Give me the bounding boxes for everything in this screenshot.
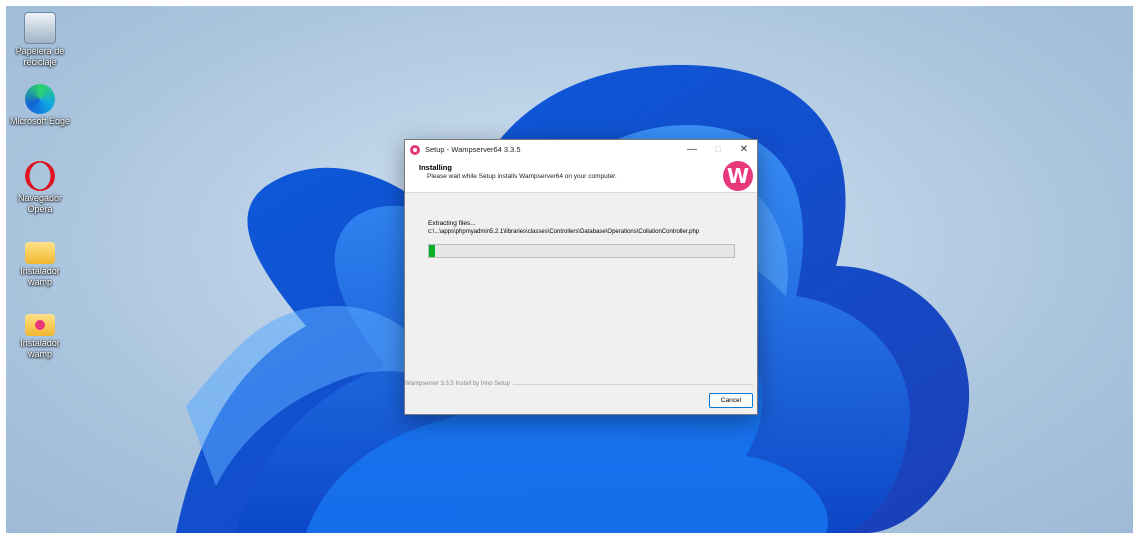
title-bar[interactable]: Setup - Wampserver64 3.3.5 — □ ✕: [405, 140, 757, 159]
desktop-icon-edge[interactable]: Microsoft Edge: [8, 84, 72, 127]
wizard-header: Installing Please wait while Setup insta…: [405, 159, 757, 193]
desktop-icon-label: Instalador wamp: [20, 266, 60, 287]
wizard-footer: Wampserver 3.3.5 Install by Inno Setup C…: [405, 381, 757, 414]
maximize-button: □: [714, 144, 722, 155]
wizard-heading: Installing: [419, 163, 452, 172]
progress-fill: [429, 245, 436, 257]
wampserver-logo-icon: W: [723, 161, 753, 191]
close-button[interactable]: ✕: [731, 140, 757, 159]
desktop-icon-label: Microsoft Edge: [9, 116, 71, 126]
folder-wamp-icon: [25, 314, 55, 336]
wizard-body: Extracting files... c:\...\apps\phpmyadm…: [405, 193, 757, 385]
desktop-icon-label: Navegador Opera: [17, 193, 63, 214]
desktop-icon-label: Papelera de reciclaje: [15, 46, 65, 67]
footer-brand: Wampserver 3.3.5 Install by Inno Setup: [405, 381, 513, 387]
desktop-icon-installer-wamp[interactable]: Instalador wamp: [8, 308, 72, 360]
setup-window: Setup - Wampserver64 3.3.5 — □ ✕ Install…: [404, 139, 758, 415]
wizard-subheading: Please wait while Setup installs Wampser…: [427, 173, 617, 180]
status-text: Extracting files...: [428, 220, 476, 227]
recycle-bin-icon: [24, 12, 56, 44]
desktop-icon-installer-zip[interactable]: Instalador wamp: [8, 236, 72, 288]
cancel-button[interactable]: Cancel: [709, 393, 753, 408]
wamp-badge-icon: [35, 320, 45, 330]
desktop-icon-opera[interactable]: Navegador Opera: [8, 161, 72, 215]
window-title: Setup - Wampserver64 3.3.5: [425, 145, 521, 154]
desktop-icon-label: Instalador wamp: [20, 338, 60, 359]
desktop-icon-recycle-bin[interactable]: Papelera de reciclaje: [8, 12, 72, 68]
minimize-button[interactable]: —: [679, 140, 705, 159]
opera-icon: [25, 161, 55, 191]
folder-icon: [25, 242, 55, 264]
wamp-app-icon: [410, 144, 420, 155]
install-progress-bar: [428, 244, 735, 258]
desktop: Papelera de reciclaje Microsoft Edge Nav…: [6, 6, 1133, 533]
edge-icon: [25, 84, 55, 114]
current-file-path: c:\...\apps\phpmyadmin5.2.1\libraries\cl…: [428, 229, 700, 235]
